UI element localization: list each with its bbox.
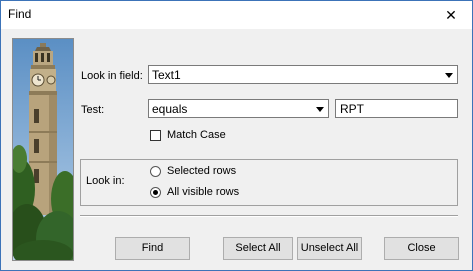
selected-rows-label[interactable]: Selected rows — [167, 165, 236, 177]
find-button[interactable]: Find — [115, 237, 190, 260]
chevron-down-icon[interactable] — [441, 67, 456, 82]
match-case-checkbox[interactable] — [150, 130, 161, 141]
all-visible-rows-radio[interactable] — [150, 187, 161, 198]
close-icon[interactable]: ✕ — [440, 5, 462, 25]
look-in-field-value: Text1 — [152, 68, 181, 82]
test-operator-value: equals — [152, 102, 188, 116]
close-button[interactable]: Close — [384, 237, 459, 260]
match-case-label[interactable]: Match Case — [167, 129, 226, 141]
unselect-all-button[interactable]: Unselect All — [297, 237, 362, 260]
window-title: Find — [8, 7, 32, 21]
test-operator-select[interactable]: equals — [148, 99, 329, 118]
find-dialog: Find ✕ Look in field: Text1 Test: equals… — [0, 0, 473, 271]
chevron-down-icon[interactable] — [312, 101, 327, 116]
dialog-body: Look in field: Text1 Test: equals RPT Ma… — [1, 29, 472, 270]
look-in-group — [80, 159, 458, 206]
look-in-label: Look in: — [86, 175, 125, 187]
search-value-text: RPT — [340, 102, 364, 116]
test-label: Test: — [81, 104, 105, 116]
all-visible-rows-label[interactable]: All visible rows — [167, 186, 239, 198]
separator — [80, 215, 458, 217]
selected-rows-radio[interactable] — [150, 166, 161, 177]
search-value-input[interactable]: RPT — [335, 99, 458, 118]
look-in-field-label: Look in field: — [81, 70, 143, 82]
title-bar: Find ✕ — [1, 1, 472, 29]
select-all-button[interactable]: Select All — [223, 237, 293, 260]
look-in-field-select[interactable]: Text1 — [148, 65, 458, 84]
clock-tower-image — [12, 38, 74, 261]
